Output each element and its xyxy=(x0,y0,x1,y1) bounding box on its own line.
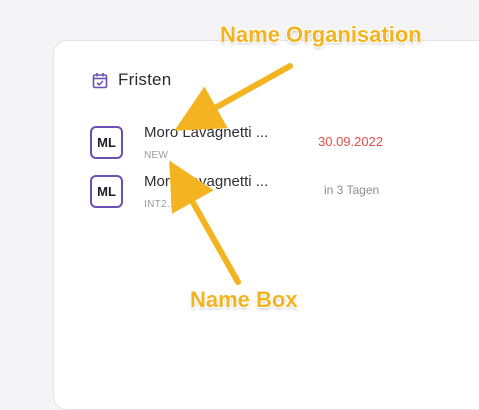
annotation-arrows xyxy=(169,63,293,285)
annotation-name-box: Name Box xyxy=(190,287,298,312)
annotation-name-organisation: Name Organisation xyxy=(220,22,422,47)
arrow-to-organisation xyxy=(174,63,293,131)
arrow-to-box xyxy=(169,160,241,285)
